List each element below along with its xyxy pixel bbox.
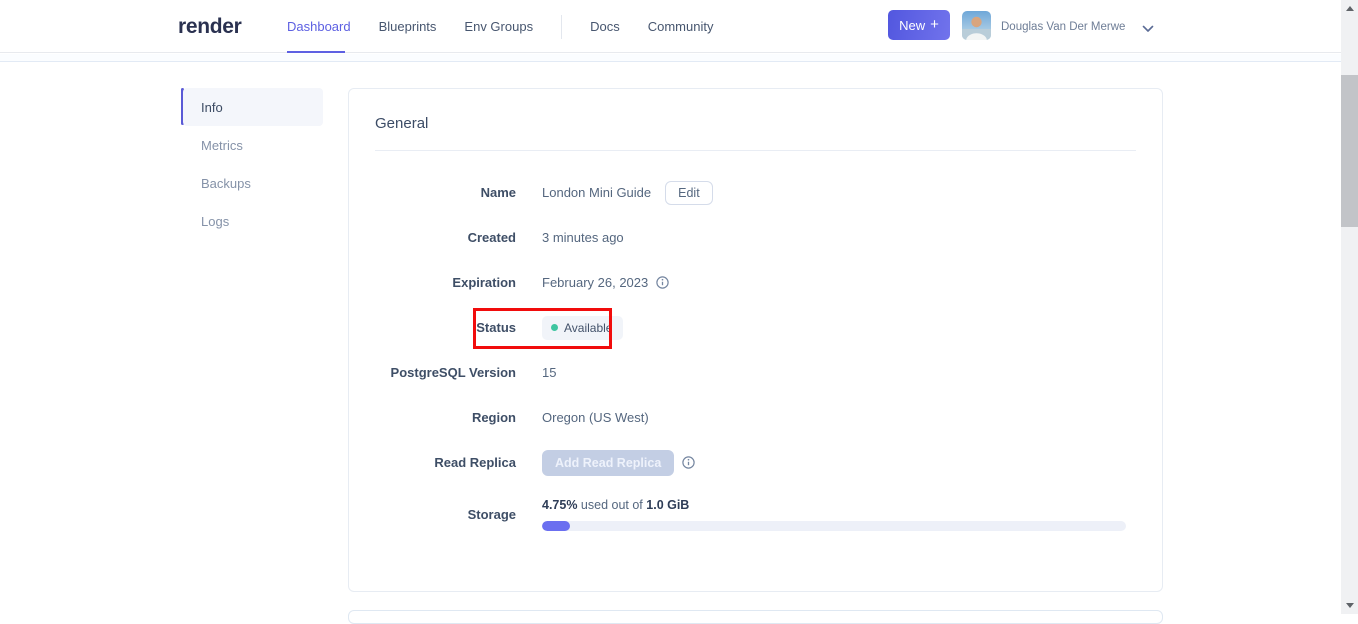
read-replica-label: Read Replica [434,455,516,470]
row-read-replica: Read Replica Add Read Replica [349,440,1162,485]
scroll-down-arrow-icon[interactable] [1341,597,1358,614]
nav-dashboard[interactable]: Dashboard [287,19,351,34]
scrollbar-thumb[interactable] [1341,75,1358,227]
storage-total: 1.0 GiB [646,497,690,512]
version-label: PostgreSQL Version [390,365,516,380]
storage-usage-text: 4.75% used out of 1.0 GiB [542,498,1126,512]
row-postgresql-version: PostgreSQL Version 15 [349,350,1162,395]
storage-used-pct: 4.75% [542,497,578,512]
info-icon[interactable] [656,276,669,289]
plus-icon: + [930,16,939,33]
active-tab-underline [287,51,345,53]
vertical-scrollbar[interactable] [1341,0,1358,614]
add-read-replica-button[interactable]: Add Read Replica [542,449,675,476]
row-storage: Storage 4.75% used out of 1.0 GiB [349,485,1162,543]
sidebar-item-backups[interactable]: Backups [183,164,323,202]
top-navbar: render Dashboard Blueprints Env Groups D… [0,0,1341,53]
nav-divider [561,14,563,39]
version-value: 15 [542,365,557,380]
nav-community[interactable]: Community [648,19,714,34]
user-name[interactable]: Douglas Van Der Merwe [1001,0,1125,53]
general-rows: Name London Mini Guide Edit Created 3 mi… [349,170,1162,543]
status-label: Status [476,320,516,335]
created-label: Created [467,230,516,245]
row-status: Status Available [349,305,1162,350]
row-region: Region Oregon (US West) [349,395,1162,440]
nav-docs[interactable]: Docs [590,19,620,34]
name-label: Name [480,185,516,200]
expiration-label: Expiration [452,275,516,290]
sidebar-item-info[interactable]: Info [183,88,323,126]
new-button-label: New [899,17,926,33]
name-value: London Mini Guide [542,185,652,200]
general-card: General Name London Mini Guide Edit Crea… [348,88,1163,592]
sidebar: Info Metrics Backups Logs [183,88,323,240]
new-button[interactable]: New + [888,10,950,40]
status-value: Available [564,320,613,335]
region-value: Oregon (US West) [542,410,649,425]
status-badge: Available [542,315,624,340]
storage-progress-track [542,520,1126,531]
nav-blueprints[interactable]: Blueprints [379,19,437,34]
next-card-top-edge [348,610,1163,624]
status-dot-icon [551,324,558,331]
created-value: 3 minutes ago [542,230,624,245]
primary-nav: Dashboard Blueprints Env Groups Docs Com… [287,0,713,53]
scroll-up-arrow-icon[interactable] [1341,0,1358,17]
row-created: Created 3 minutes ago [349,215,1162,260]
row-name: Name London Mini Guide Edit [349,170,1162,215]
avatar-photo [962,11,991,40]
render-logo[interactable]: render [178,0,242,53]
sidebar-item-metrics[interactable]: Metrics [183,126,323,164]
sidebar-item-logs[interactable]: Logs [183,202,323,240]
edit-button[interactable]: Edit [665,180,713,205]
region-label: Region [471,410,516,425]
info-icon[interactable] [682,456,695,469]
chevron-down-icon[interactable] [1142,20,1154,38]
storage-progress-fill [542,520,570,531]
avatar[interactable] [962,11,991,40]
nav-env-groups[interactable]: Env Groups [464,19,533,34]
storage-middle-text: used out of [577,497,647,512]
card-title-divider [375,150,1136,151]
card-title: General [375,115,429,132]
subheader-strip [0,54,1341,62]
row-expiration: Expiration February 26, 2023 [349,260,1162,305]
expiration-value: February 26, 2023 [542,275,649,290]
render-dashboard-page: render Dashboard Blueprints Env Groups D… [0,0,1358,624]
storage-label: Storage [467,506,516,522]
